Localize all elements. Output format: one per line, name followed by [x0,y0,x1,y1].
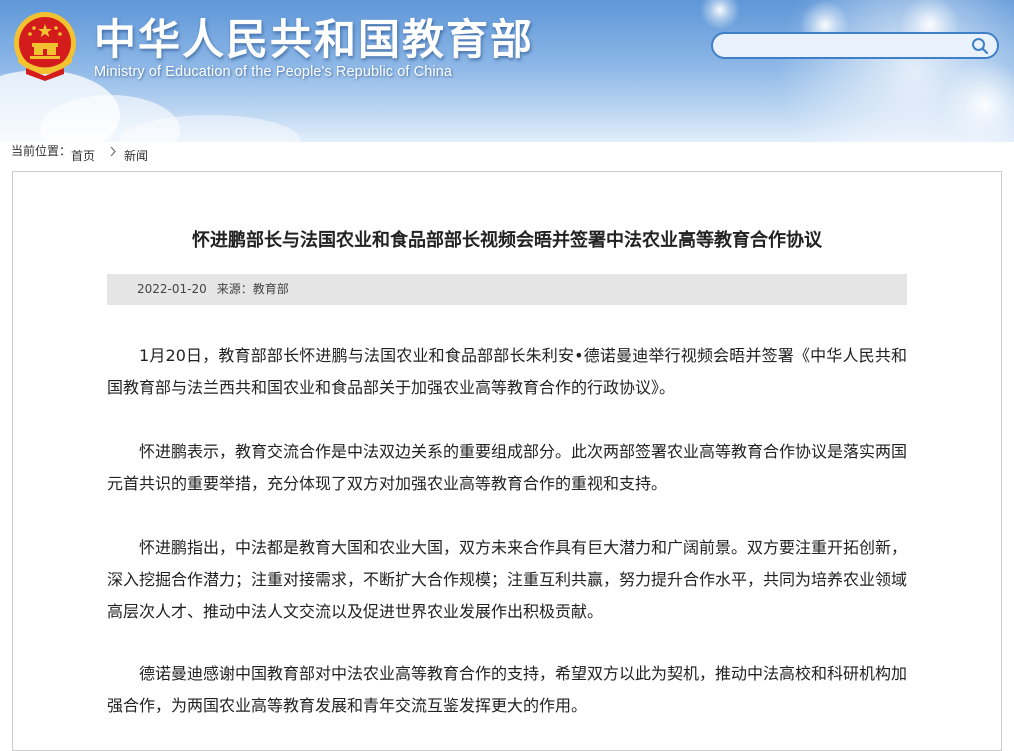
breadcrumb-home-link[interactable]: 首页 [71,149,95,163]
article-date: 2022-01-20 [137,282,207,296]
chevron-right-icon [110,146,116,157]
search-input[interactable] [723,36,967,57]
breadcrumb: 当前位置：首页 新闻 [11,143,148,163]
article-paragraph: 怀进鹏表示，教育交流合作是中法双边关系的重要组成部分。此次两部签署农业高等教育合… [107,442,908,493]
breadcrumb-news-link[interactable]: 新闻 [124,149,148,163]
site-title-english: Ministry of Education of the People's Re… [94,64,453,80]
dandelion-decoration [700,0,740,30]
search-box [711,32,999,59]
site-header: 中华人民共和国教育部 Ministry of Education of the … [0,0,1014,142]
search-icon[interactable] [971,37,989,55]
article-title: 怀进鹏部长与法国农业和食品部部长视频会晤并签署中法农业高等教育合作协议 [192,230,822,251]
article-paragraph: 1月20日，教育部部长怀进鹏与法国农业和食品部部长朱利安•德诺曼迪举行视频会晤并… [107,346,907,397]
breadcrumb-label: 当前位置： [11,144,72,158]
article-paragraph: 德诺曼迪感谢中国教育部对中法农业高等教育合作的支持，希望双方以此为契机，推动中法… [107,664,908,715]
site-title-chinese: 中华人民共和国教育部 [94,15,535,64]
article-source: 来源：教育部 [216,282,289,296]
article-paragraph: 怀进鹏指出，中法都是教育大国和农业大国，双方未来合作具有巨大潜力和广阔前景。双方… [107,538,908,621]
article-meta-bar: 2022-01-20 来源：教育部 [107,274,907,305]
national-emblem-icon [14,12,76,81]
